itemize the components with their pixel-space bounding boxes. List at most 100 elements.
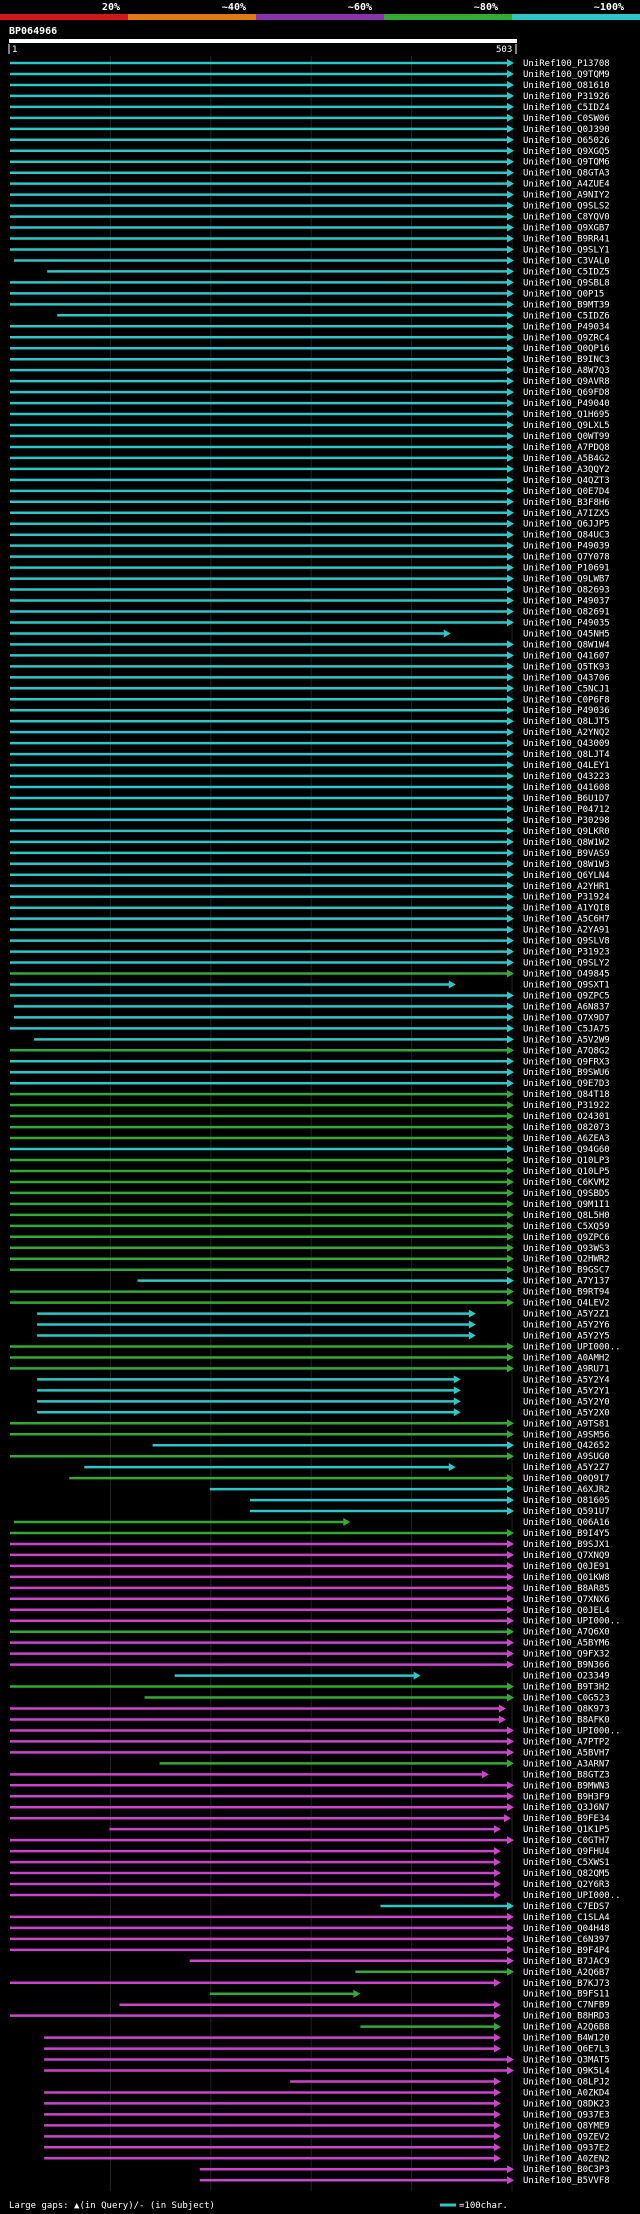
hit-label: UniRef100_Q9K5L4 xyxy=(523,2067,610,2077)
hit-label: UniRef100_Q6JJP5 xyxy=(523,520,610,530)
hit-label: UniRef100_A5Y2Z7 xyxy=(523,1463,610,1473)
hit-label: UniRef100_Q0WT99 xyxy=(523,432,610,442)
hit-label: UniRef100_Q4QZT3 xyxy=(523,476,610,486)
hit-label: UniRef100_Q10LP5 xyxy=(523,1167,610,1177)
hit-label: UniRef100_A5C6H7 xyxy=(523,915,610,925)
hit-label: UniRef100_Q7Y078 xyxy=(523,553,610,563)
hit-label: UniRef100_B9VAS9 xyxy=(523,849,610,859)
hit-label: UniRef100_O65026 xyxy=(523,136,610,146)
hit-label: UniRef100_Q01KW8 xyxy=(523,1573,610,1583)
hit-label: UniRef100_Q9XGB7 xyxy=(523,224,610,234)
hit-label: UniRef100_A4ZUE4 xyxy=(523,180,610,190)
hit-label: UniRef100_Q5TK93 xyxy=(523,662,610,672)
hit-label: UniRef100_Q7XNQ9 xyxy=(523,1551,610,1561)
hit-label: UniRef100_A2YHR1 xyxy=(523,882,610,892)
hit-label: UniRef100_B9SJX1 xyxy=(523,1540,610,1550)
hit-label: UniRef100_A5Y2X0 xyxy=(523,1408,610,1418)
hit-label: UniRef100_P31923 xyxy=(523,948,610,958)
hit-label: UniRef100_A7IZX5 xyxy=(523,509,610,519)
hit-label: UniRef100_A9SM56 xyxy=(523,1430,610,1440)
hit-label: UniRef100_Q84UC3 xyxy=(523,531,610,541)
alignment-chart: 20% ~40% ~60% ~80% ~100% BP064966 1 503 UniR… xyxy=(0,0,640,2214)
hit-label: UniRef100_A9RU71 xyxy=(523,1364,610,1374)
hit-label: UniRef100_A7Q6X0 xyxy=(523,1628,610,1638)
hit-label: UniRef100_A6ZEA3 xyxy=(523,1134,610,1144)
hit-label: UniRef100_Q0J390 xyxy=(523,125,610,135)
hit-label: UniRef100_Q6YLN4 xyxy=(523,871,610,881)
hit-label: UniRef100_Q9SLY2 xyxy=(523,959,610,969)
hit-label: UniRef100_Q1K1P5 xyxy=(523,1825,610,1835)
hit-label: UniRef100_Q10LP3 xyxy=(523,1156,610,1166)
hit-label: UniRef100_Q4LEV2 xyxy=(523,1299,610,1309)
hit-label: UniRef100_B8GTZ3 xyxy=(523,1770,610,1780)
hit-label: UniRef100_C6KVM2 xyxy=(523,1178,610,1188)
hit-label: UniRef100_Q8K973 xyxy=(523,1705,610,1715)
hit-label: UniRef100_B4W120 xyxy=(523,2034,610,2044)
hit-label: UniRef100_Q8L5H0 xyxy=(523,1211,610,1221)
hit-label: UniRef100_A0ZKD4 xyxy=(523,2088,610,2098)
hit-label: UniRef100_B5VVF8 xyxy=(523,2176,610,2186)
hit-label: UniRef100_Q43706 xyxy=(523,673,610,683)
hit-label: UniRef100_Q4LEY1 xyxy=(523,761,610,771)
hit-label: UniRef100_Q43223 xyxy=(523,772,610,782)
hit-label: UniRef100_Q8W1W4 xyxy=(523,640,610,650)
hit-label: UniRef100_A5V2W9 xyxy=(523,1035,610,1045)
hit-label: UniRef100_P30298 xyxy=(523,816,610,826)
hit-label: UniRef100_Q8LPJ2 xyxy=(523,2077,610,2087)
hit-label: UniRef100_O82073 xyxy=(523,1123,610,1133)
hit-label: UniRef100_Q9ZPC6 xyxy=(523,1233,610,1243)
hit-label: UniRef100_C0SW06 xyxy=(523,114,610,124)
hit-label: UniRef100_B9GSC7 xyxy=(523,1266,610,1276)
hit-label: UniRef100_Q591U7 xyxy=(523,1507,610,1517)
hit-label: UniRef100_Q06A16 xyxy=(523,1518,610,1528)
hit-label: UniRef100_Q8GTA3 xyxy=(523,169,610,179)
hit-label: UniRef100_Q8W1W2 xyxy=(523,838,610,848)
hit-label: UniRef100_C5NCJ1 xyxy=(523,684,610,694)
hit-label: UniRef100_Q9XGQ5 xyxy=(523,147,610,157)
hit-label: UniRef100_P10691 xyxy=(523,564,610,574)
hit-label: UniRef100_Q41607 xyxy=(523,651,610,661)
hit-label: UniRef100_UPI000.. xyxy=(523,1891,621,1901)
hit-label: UniRef100_Q9SBL8 xyxy=(523,278,610,288)
hit-label: UniRef100_Q0E7D4 xyxy=(523,487,610,497)
hit-label: UniRef100_P31922 xyxy=(523,1101,610,1111)
hit-label: UniRef100_Q0JEL4 xyxy=(523,1606,610,1616)
hit-label: UniRef100_Q9SLS2 xyxy=(523,202,610,212)
hit-label: UniRef100_Q6E7L3 xyxy=(523,2045,610,2055)
hit-label: UniRef100_A5Y2Y6 xyxy=(523,1321,610,1331)
hit-label: UniRef100_A7Q8G2 xyxy=(523,1046,610,1056)
hit-label: UniRef100_Q84T18 xyxy=(523,1090,610,1100)
hit-label: UniRef100_Q3MAT5 xyxy=(523,2056,610,2066)
hit-label: UniRef100_UPI000.. xyxy=(523,1342,621,1352)
hit-label: UniRef100_Q9SLV8 xyxy=(523,937,610,947)
hit-label: UniRef100_B9SWU6 xyxy=(523,1068,610,1078)
hit-label: UniRef100_B9F4P4 xyxy=(523,1946,610,1956)
hit-label: UniRef100_A2Q6B7 xyxy=(523,1968,610,1978)
hit-label: UniRef100_Q0Q9I7 xyxy=(523,1474,610,1484)
legend-scale-text: =100char. xyxy=(459,2201,508,2211)
hit-label: UniRef100_C5IDZ4 xyxy=(523,103,610,113)
hit-label: UniRef100_Q8LJT5 xyxy=(523,717,610,727)
hit-label: UniRef100_O81610 xyxy=(523,81,610,91)
hit-label: UniRef100_A8W7Q3 xyxy=(523,366,610,376)
hit-label: UniRef100_Q937E3 xyxy=(523,2110,610,2120)
identity-scale-label: ~60% xyxy=(348,2,372,13)
hit-label: UniRef100_A9NIY2 xyxy=(523,191,610,201)
hit-label: UniRef100_Q9ZPC5 xyxy=(523,991,610,1001)
hit-label: UniRef100_A5Y2Z1 xyxy=(523,1310,610,1320)
identity-scale-segment xyxy=(384,14,512,20)
hit-label: UniRef100_Q9LXL5 xyxy=(523,421,610,431)
ruler-end-label: 503 xyxy=(496,45,512,55)
hit-label: UniRef100_A5B4G2 xyxy=(523,454,610,464)
hit-label: UniRef100_B6U1D7 xyxy=(523,794,610,804)
hit-label: UniRef100_B9RT94 xyxy=(523,1288,610,1298)
hit-label: UniRef100_O82693 xyxy=(523,586,610,596)
hit-label: UniRef100_B3F8H6 xyxy=(523,498,610,508)
ruler-start-label: 1 xyxy=(12,45,17,55)
hit-label: UniRef100_P04712 xyxy=(523,805,610,815)
identity-scale-label: ~100% xyxy=(594,2,624,13)
hit-label: UniRef100_P49035 xyxy=(523,618,610,628)
hit-label: UniRef100_B9FE34 xyxy=(523,1814,610,1824)
hit-label: UniRef100_A7PDQ8 xyxy=(523,443,610,453)
hit-label: UniRef100_Q45NH5 xyxy=(523,629,610,639)
